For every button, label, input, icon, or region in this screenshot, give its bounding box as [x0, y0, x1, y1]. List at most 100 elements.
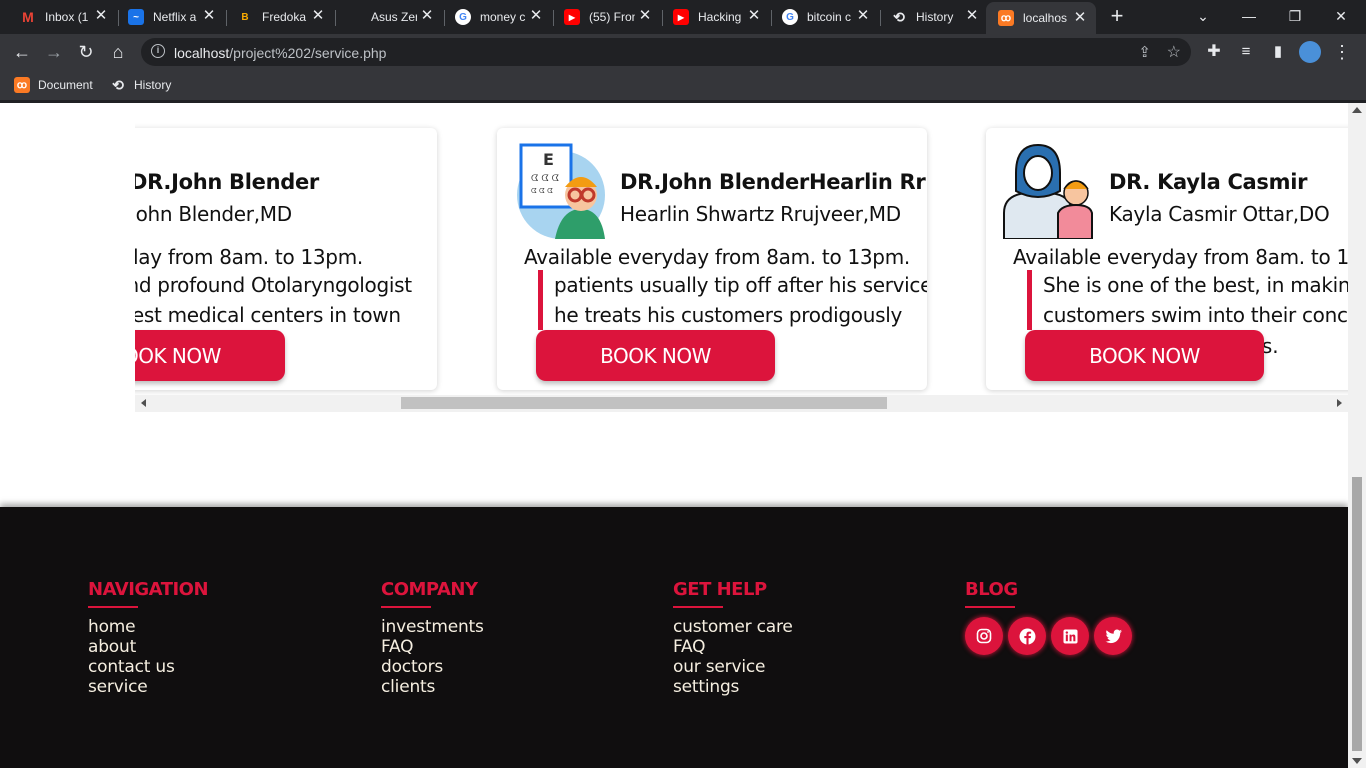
book-now-button[interactable]: BOOK NOW	[1025, 330, 1264, 381]
doctor-name: DR.John BlenderHearlin Rrujveer	[620, 170, 927, 194]
gmail-icon: M	[22, 9, 34, 25]
scrollbar-thumb[interactable]	[1352, 477, 1362, 751]
extensions-icon[interactable]: ✚	[1202, 40, 1226, 64]
close-window-button[interactable]: ✕	[1329, 4, 1353, 28]
close-tab-icon[interactable]: ✕	[93, 8, 109, 24]
browser-tab[interactable]: ▶ (55) Fron ✕	[544, 4, 661, 30]
google-icon: G	[782, 9, 798, 25]
footer-link[interactable]: home	[88, 617, 208, 637]
footer-column-navigation: NAVIGATION home about contact us service	[88, 579, 209, 697]
browser-tab[interactable]: Asus Zer ✕	[326, 4, 443, 30]
close-tab-icon[interactable]: ✕	[310, 8, 326, 24]
carousel-scrollbar[interactable]	[135, 395, 1348, 412]
footer-link[interactable]: customer care	[673, 617, 793, 637]
scroll-down-arrow-icon[interactable]	[1352, 758, 1362, 764]
close-tab-icon[interactable]: ✕	[201, 8, 217, 24]
close-tab-icon[interactable]: ✕	[1072, 10, 1088, 26]
book-now-button[interactable]: BOOK NOW	[135, 330, 285, 381]
footer-link[interactable]: our service	[673, 657, 793, 677]
tab-title: Inbox (1	[45, 10, 89, 24]
footer-heading: NAVIGATION	[88, 579, 209, 600]
url-path: /project%202/service.php	[229, 45, 387, 61]
forward-icon[interactable]: →	[42, 40, 66, 64]
tab-title: History	[916, 10, 954, 24]
tab-title: money c	[480, 10, 526, 24]
browser-tab[interactable]: G money c ✕	[435, 4, 552, 30]
heading-underline	[88, 606, 138, 608]
tab-search-icon[interactable]: ⌄	[1191, 4, 1215, 28]
scroll-up-arrow-icon[interactable]	[1352, 107, 1362, 113]
page-viewport: DR.John Blender John Blender,MD Availabl…	[0, 103, 1366, 768]
new-tab-button[interactable]: +	[1106, 5, 1128, 28]
browser-tab[interactable]: ▶ Hacking ✕	[653, 4, 770, 30]
close-tab-icon[interactable]: ✕	[419, 8, 435, 24]
bookmark-item[interactable]: ꝏ Document	[14, 77, 93, 93]
instagram-icon[interactable]	[965, 617, 1003, 655]
twitter-icon[interactable]	[1094, 617, 1132, 655]
share-icon[interactable]: ⇪	[1138, 43, 1151, 61]
doctor-availability: Available everyday from 8am. to 13pm.	[1013, 245, 1348, 269]
scroll-left-arrow-icon[interactable]	[141, 399, 146, 407]
browser-tab[interactable]: G bitcoin c ✕	[762, 4, 879, 30]
info-icon[interactable]: i	[151, 44, 165, 58]
browser-tab[interactable]: ~ Netflix a ✕	[108, 4, 225, 30]
doctor-quote: patients usually tip off after his servi…	[538, 270, 927, 330]
footer-heading: COMPANY	[381, 579, 478, 600]
reload-icon[interactable]: ↻	[74, 40, 98, 64]
browser-tab[interactable]: B Fredoka ✕	[217, 4, 334, 30]
footer-link[interactable]: investments	[381, 617, 484, 637]
footer-link[interactable]: FAQ	[381, 637, 484, 657]
close-tab-icon[interactable]: ✕	[746, 8, 762, 24]
browser-tab[interactable]: M Inbox (1 ✕	[0, 4, 117, 30]
footer-link[interactable]: contact us	[88, 657, 208, 677]
profile-avatar[interactable]	[1298, 40, 1322, 64]
bookmark-item[interactable]: ⟲ History	[110, 77, 171, 93]
font-favicon: B	[241, 11, 249, 23]
home-icon[interactable]: ⌂	[106, 40, 130, 64]
doctor-name: DR. Kayla Casmir	[1109, 170, 1308, 194]
footer-column-company: COMPANY investments FAQ doctors clients	[381, 579, 484, 697]
close-tab-icon[interactable]: ✕	[528, 8, 544, 24]
footer-link[interactable]: FAQ	[673, 637, 793, 657]
footer-heading: BLOG	[965, 579, 1018, 600]
address-bar[interactable]: i localhost/project%202/service.php ⇪ ☆	[141, 38, 1191, 66]
page-scrollbar[interactable]	[1348, 103, 1366, 768]
quote-line: She is one of the best, in making	[1043, 273, 1348, 297]
facebook-icon[interactable]	[1008, 617, 1046, 655]
url-text[interactable]: localhost/project%202/service.php	[174, 45, 386, 61]
book-now-button[interactable]: BOOK NOW	[536, 330, 775, 381]
footer-link[interactable]: service	[88, 677, 208, 697]
restore-button[interactable]: ❐	[1283, 4, 1307, 28]
back-icon[interactable]: ←	[10, 40, 34, 64]
footer-link[interactable]: settings	[673, 677, 793, 697]
doctor-with-child-avatar-icon	[1003, 143, 1093, 239]
close-tab-icon[interactable]: ✕	[637, 8, 653, 24]
svg-text:E: E	[543, 150, 554, 169]
heading-underline	[673, 606, 723, 608]
side-panel-icon[interactable]: ▮	[1266, 40, 1290, 64]
browser-tab[interactable]: ⟲ History ✕	[871, 4, 988, 30]
heading-underline	[965, 606, 1015, 608]
scrollbar-thumb[interactable]	[401, 397, 887, 409]
footer-link[interactable]: doctors	[381, 657, 484, 677]
doctor-credential: Kayla Casmir Ottar,DO	[1109, 202, 1330, 226]
linkedin-icon[interactable]	[1051, 617, 1089, 655]
scroll-right-arrow-icon[interactable]	[1337, 399, 1342, 407]
doctor-credential: Hearlin Shwartz Rrujveer,MD	[620, 202, 901, 226]
bookmark-star-icon[interactable]: ☆	[1167, 42, 1181, 62]
quote-line: He is a brilliant and profound Otolaryng…	[135, 273, 412, 297]
footer-link[interactable]: clients	[381, 677, 484, 697]
menu-kebab-icon[interactable]: ⋮	[1330, 40, 1354, 64]
minimize-button[interactable]: —	[1237, 4, 1261, 28]
bookmarks-bar: ꝏ Document ⟲ History	[0, 70, 1366, 100]
svg-text:ᗧ ᗧ ᗧ: ᗧ ᗧ ᗧ	[531, 187, 553, 195]
browser-tab-active[interactable]: ꝏ localhos ✕	[986, 2, 1096, 34]
quote-line: customers swim into their concerns	[1043, 303, 1348, 327]
close-tab-icon[interactable]: ✕	[855, 8, 871, 24]
footer-link[interactable]: about	[88, 637, 208, 657]
doctor-cards-carousel[interactable]: DR.John Blender John Blender,MD Availabl…	[135, 103, 1348, 413]
url-host: localhost	[174, 45, 230, 61]
bookmark-label: Document	[38, 78, 93, 92]
close-tab-icon[interactable]: ✕	[964, 8, 980, 24]
media-queue-icon[interactable]: ≡	[1234, 40, 1258, 64]
